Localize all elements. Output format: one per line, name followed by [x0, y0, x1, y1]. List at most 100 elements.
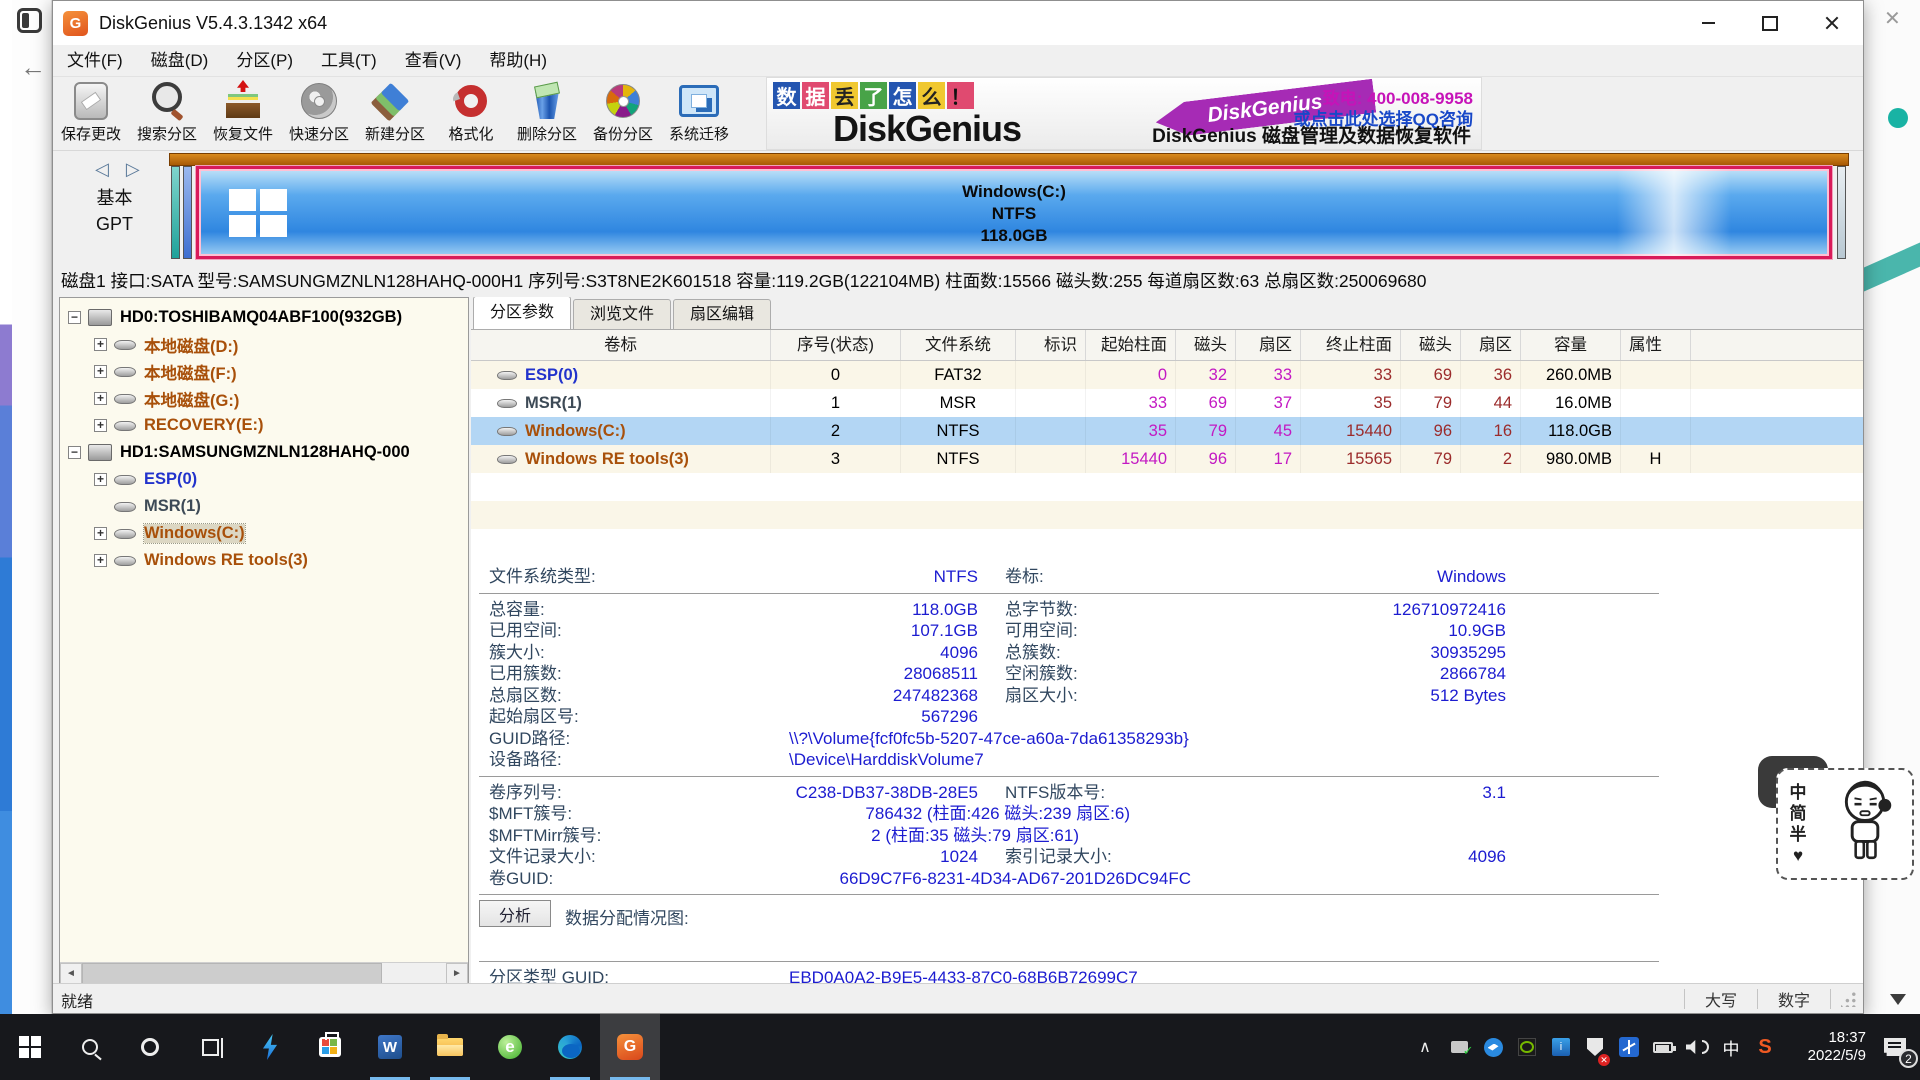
tree-item[interactable]: 本地磁盘(G:) — [60, 385, 468, 412]
table-header-cell[interactable]: 磁头 — [1176, 330, 1236, 360]
edge-button[interactable] — [540, 1014, 600, 1080]
tree-expander-icon[interactable] — [94, 392, 107, 405]
tray-snowflake-button[interactable] — [1612, 1014, 1646, 1080]
table-header-cell[interactable]: 标识 — [1016, 330, 1086, 360]
toolbar-button[interactable]: 格式化 — [433, 77, 509, 151]
table-row[interactable]: Windows(C:) 2 NTFS 35 79 45 15440 96 16 … — [471, 417, 1863, 445]
minimize-button[interactable] — [1677, 1, 1739, 45]
tree-item[interactable]: Windows(C:) — [60, 520, 468, 547]
tray-security-button[interactable]: ✕ — [1578, 1014, 1612, 1080]
background-scroll-down-icon[interactable] — [1890, 994, 1906, 1005]
taskbar-clock[interactable]: 18:37 2022/5/9 — [1782, 1029, 1870, 1065]
browser-tab-icon[interactable] — [17, 8, 42, 33]
ad-banner[interactable]: 数 据 丢 了 怎 么 ！ DiskGenius DiskGenius — [766, 77, 1482, 150]
table-header-cell[interactable]: 序号(状态) — [771, 330, 901, 360]
table-header-cell[interactable]: 起始柱面 — [1086, 330, 1176, 360]
tree-item[interactable]: 本地磁盘(F:) — [60, 358, 468, 385]
menu-item[interactable]: 磁盘(D) — [137, 45, 223, 77]
tree-item[interactable]: Windows RE tools(3) — [60, 547, 468, 574]
tray-printer-button[interactable] — [1442, 1014, 1476, 1080]
tray-battery-button[interactable] — [1646, 1014, 1680, 1080]
tree-expander-icon[interactable] — [68, 311, 81, 324]
background-close-icon[interactable]: ✕ — [1884, 6, 1901, 31]
table-header-cell[interactable]: 终止柱面 — [1301, 330, 1401, 360]
partition-sliver-esp[interactable] — [171, 166, 180, 259]
tree-item[interactable]: 本地磁盘(D:) — [60, 331, 468, 358]
table-header-cell[interactable]: 容量 — [1521, 330, 1621, 360]
scrollbar-thumb[interactable] — [82, 963, 382, 984]
table-header-cell[interactable]: 文件系统 — [901, 330, 1016, 360]
taskbar-search-button[interactable] — [60, 1014, 120, 1080]
task-view-button[interactable] — [180, 1014, 240, 1080]
table-header-cell[interactable]: 扇区 — [1461, 330, 1521, 360]
analyze-button[interactable]: 分析 — [479, 900, 551, 927]
toolbar-button[interactable]: 备份分区 — [585, 77, 661, 151]
word-button[interactable]: W — [360, 1014, 420, 1080]
toolbar-button[interactable]: 新建分区 — [357, 77, 433, 151]
toolbar-button[interactable]: 搜索分区 — [129, 77, 205, 151]
partition-sliver-re-tools[interactable] — [1837, 166, 1846, 259]
tree-item[interactable]: MSR(1) — [60, 493, 468, 520]
toolbar-button[interactable]: 快速分区 — [281, 77, 357, 151]
tree-item[interactable]: RECOVERY(E:) — [60, 412, 468, 439]
table-row[interactable]: Windows RE tools(3) 3 NTFS 15440 96 17 1… — [471, 445, 1863, 473]
cortana-button[interactable] — [120, 1014, 180, 1080]
toolbar-button[interactable]: 删除分区 — [509, 77, 585, 151]
menu-item[interactable]: 分区(P) — [222, 45, 307, 77]
start-button[interactable] — [0, 1014, 60, 1080]
scrollbar-track — [382, 963, 446, 984]
tree-item[interactable]: ESP(0) — [60, 466, 468, 493]
menu-item[interactable]: 帮助(H) — [475, 45, 561, 77]
partition-sliver-msr[interactable] — [183, 166, 192, 259]
tree-horizontal-scrollbar[interactable]: ◄ ► — [60, 962, 468, 984]
tab[interactable]: 分区参数 — [473, 297, 571, 329]
table-header-cell[interactable]: 属性 — [1621, 330, 1691, 360]
table-header-cell[interactable]: 磁头 — [1401, 330, 1461, 360]
tree-expander-icon[interactable] — [68, 446, 81, 459]
tree-expander-icon[interactable] — [94, 527, 107, 540]
file-explorer-button[interactable] — [420, 1014, 480, 1080]
lightning-app-button[interactable] — [240, 1014, 300, 1080]
ime-indicator[interactable]: 中 — [1714, 1014, 1748, 1080]
diskgenius-taskbar-button[interactable]: G — [600, 1014, 660, 1080]
tree-expander-icon[interactable] — [94, 419, 107, 432]
tray-nvidia-button[interactable] — [1510, 1014, 1544, 1080]
tree-item[interactable]: HD0:TOSHIBAMQ04ABF100(932GB) — [60, 304, 468, 331]
tree-expander-icon[interactable] — [94, 365, 107, 378]
tree-item[interactable]: HD1:SAMSUNGMZNLN128HAHQ-000 — [60, 439, 468, 466]
toolbar-button[interactable]: 恢复文件 — [205, 77, 281, 151]
menu-item[interactable]: 工具(T) — [307, 45, 391, 77]
scroll-left-icon[interactable]: ◄ — [60, 963, 82, 984]
tray-volume-button[interactable] — [1680, 1014, 1714, 1080]
green-e-browser-button[interactable]: e — [480, 1014, 540, 1080]
table-header-cell[interactable]: 扇区 — [1236, 330, 1301, 360]
scroll-right-icon[interactable]: ► — [446, 963, 468, 984]
toolbar-button[interactable]: 系统迁移 — [661, 77, 737, 151]
table-header-cell[interactable]: 卷标 — [471, 330, 771, 360]
tray-expand-button[interactable]: ∧ — [1408, 1014, 1442, 1080]
partition-block-windows-c[interactable]: Windows(C:) NTFS 118.0GB — [196, 166, 1832, 259]
menu-item[interactable]: 文件(F) — [53, 45, 137, 77]
table-row[interactable]: MSR(1) 1 MSR 33 69 37 35 79 44 16.0MB — [471, 389, 1863, 417]
microsoft-store-button[interactable] — [300, 1014, 360, 1080]
sogou-input-button[interactable]: S — [1748, 1014, 1782, 1080]
browser-back-arrow-icon[interactable]: ← — [20, 52, 46, 83]
tab[interactable]: 浏览文件 — [573, 299, 671, 329]
tray-intel-button[interactable]: i — [1544, 1014, 1578, 1080]
action-center-button[interactable]: 2 — [1870, 1014, 1920, 1080]
floating-sticker-widget[interactable]: 中 简 半 ♥ — [1776, 768, 1914, 880]
close-button[interactable] — [1801, 1, 1863, 45]
cell-start-sector: 37 — [1236, 389, 1301, 417]
tree-expander-icon[interactable] — [94, 554, 107, 567]
toolbar-button[interactable]: 保存更改 — [53, 77, 129, 151]
table-row[interactable]: ESP(0) 0 FAT32 0 32 33 33 69 36 260.0MB — [471, 361, 1863, 389]
tray-bird-app-button[interactable] — [1476, 1014, 1510, 1080]
tree-expander-icon[interactable] — [94, 338, 107, 351]
resize-grip[interactable] — [1841, 991, 1857, 1007]
partition-nav-arrows-icon[interactable]: ◁ ▷ — [95, 159, 146, 180]
cell-end-sector: 2 — [1461, 445, 1521, 473]
tree-expander-icon[interactable] — [94, 473, 107, 486]
maximize-button[interactable] — [1739, 1, 1801, 45]
tab[interactable]: 扇区编辑 — [673, 299, 771, 329]
menu-item[interactable]: 查看(V) — [391, 45, 476, 77]
